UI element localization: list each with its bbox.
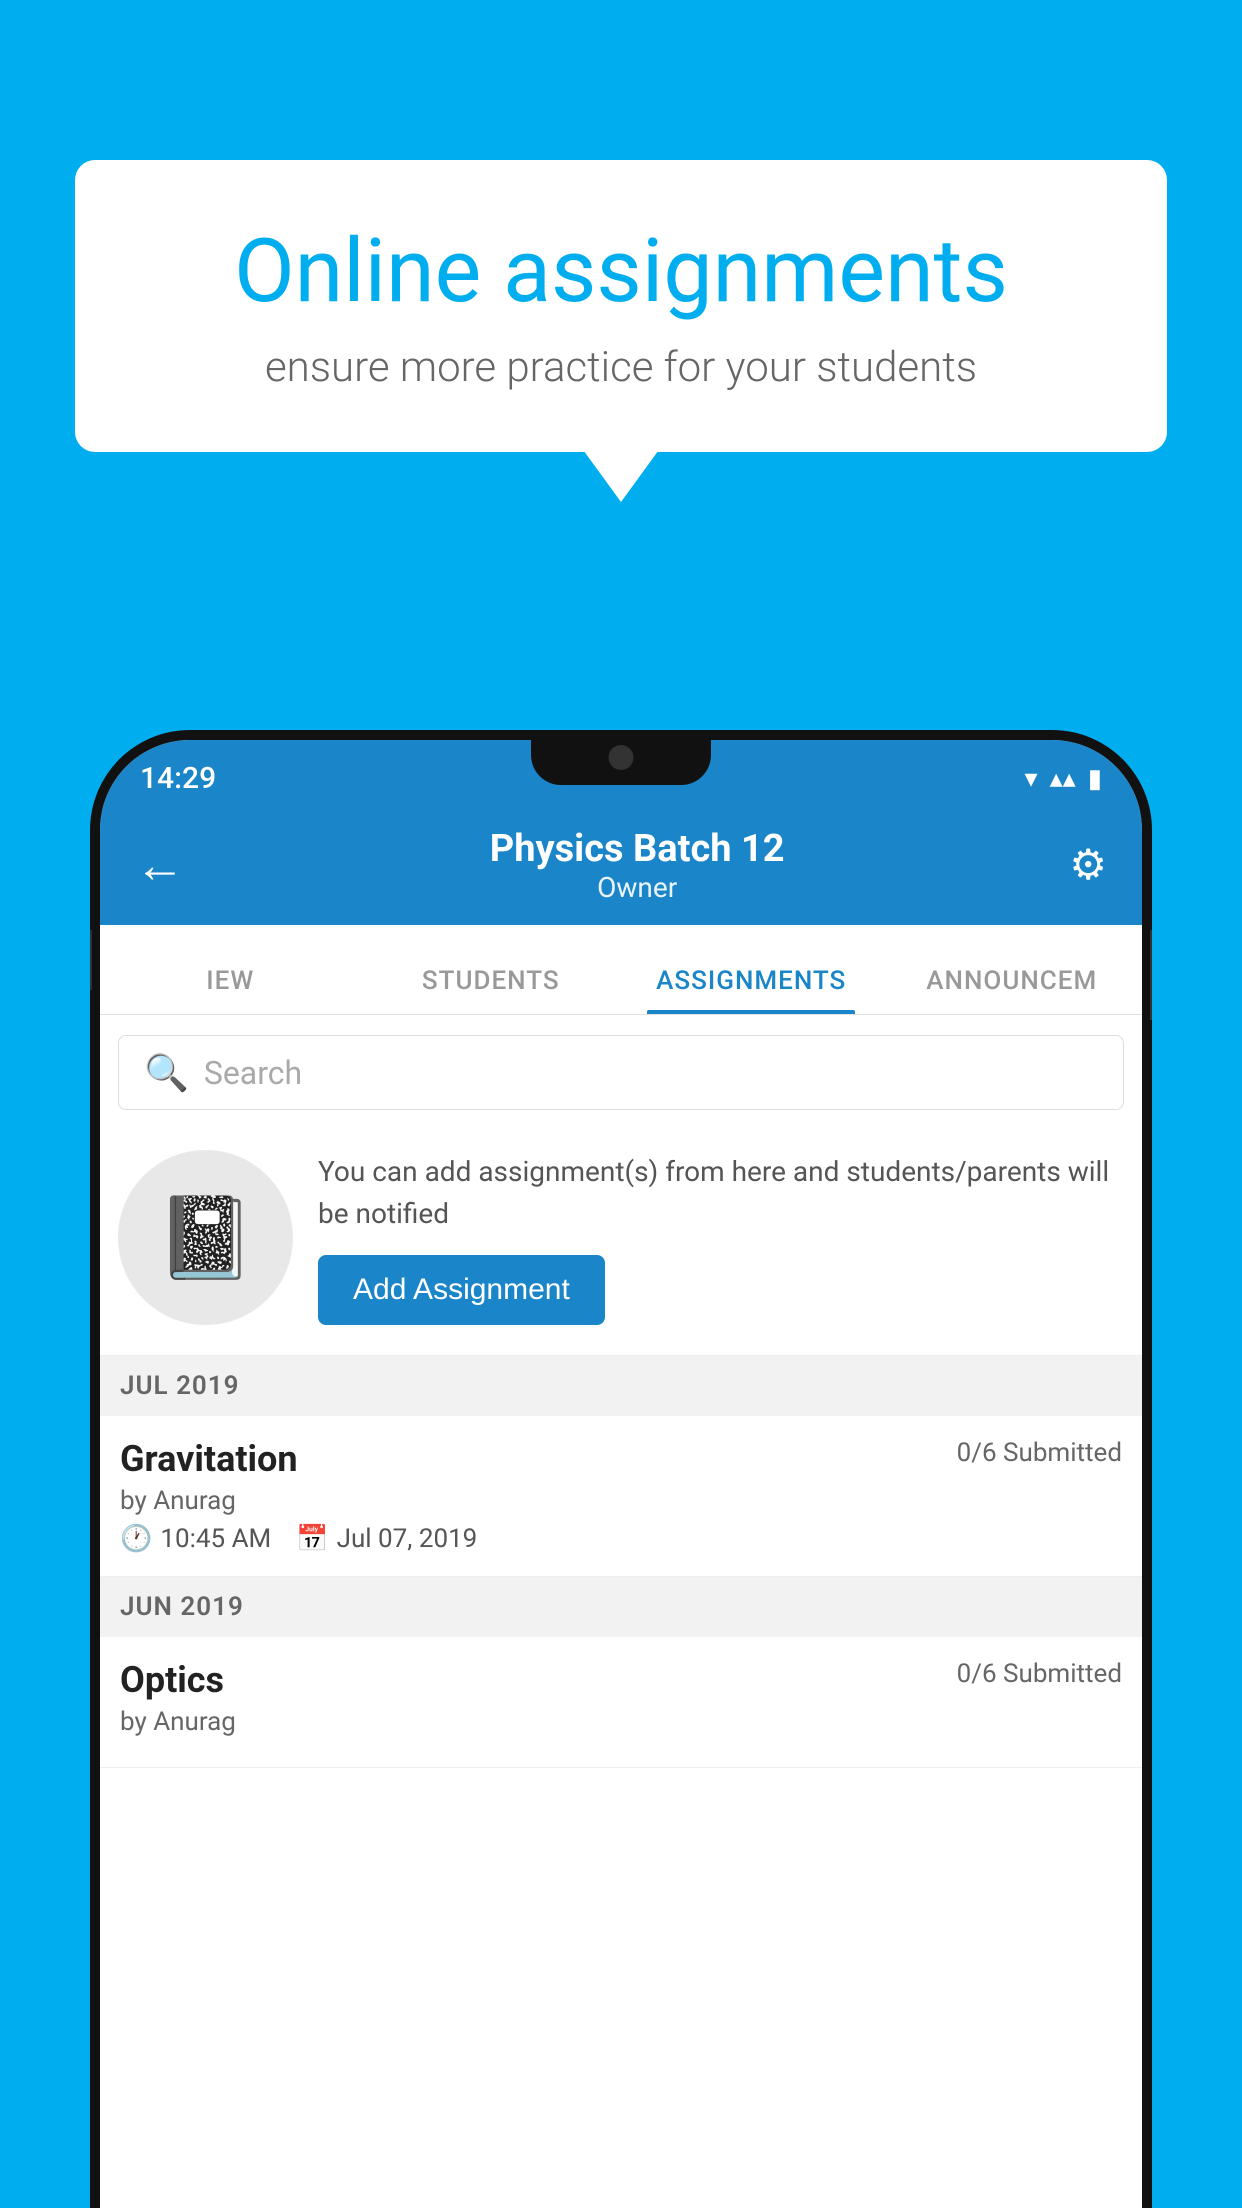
assignment-time: 10:45 AM xyxy=(160,1524,271,1554)
batch-subtitle: Owner xyxy=(205,871,1069,904)
assignment-name-optics: Optics xyxy=(120,1659,224,1701)
section-header-jul: JUL 2019 xyxy=(100,1356,1142,1416)
assignment-item-gravitation[interactable]: Gravitation 0/6 Submitted by Anurag 🕐 10… xyxy=(100,1416,1142,1577)
app-bar: ← Physics Batch 12 Owner ⚙ xyxy=(100,805,1142,925)
calendar-icon: 📅 xyxy=(296,1524,328,1554)
info-icon-wrap: 📓 xyxy=(118,1150,293,1325)
meta-time: 🕐 10:45 AM xyxy=(120,1524,271,1554)
tab-iew[interactable]: IEW xyxy=(100,966,361,1014)
phone-notch xyxy=(531,730,711,785)
assignment-submitted-optics: 0/6 Submitted xyxy=(957,1659,1122,1689)
phone-frame: 14:29 ▾ ▴▴ ▮ ← Physics Batch 12 Owner ⚙ … xyxy=(90,730,1152,2208)
wifi-icon: ▾ xyxy=(1025,764,1038,794)
promo-subtitle: ensure more practice for your students xyxy=(145,343,1097,392)
clock-icon: 🕐 xyxy=(120,1524,152,1554)
search-bar[interactable]: 🔍 Search xyxy=(118,1035,1124,1110)
assignment-name-gravitation: Gravitation xyxy=(120,1438,298,1480)
assignment-author-gravitation: by Anurag xyxy=(120,1486,1122,1516)
phone-screen: 14:29 ▾ ▴▴ ▮ ← Physics Batch 12 Owner ⚙ … xyxy=(100,740,1142,2208)
status-icons: ▾ ▴▴ ▮ xyxy=(1025,764,1102,794)
app-bar-title: Physics Batch 12 Owner xyxy=(205,827,1069,904)
assignment-row-top-optics: Optics 0/6 Submitted xyxy=(120,1659,1122,1701)
add-assignment-button[interactable]: Add Assignment xyxy=(318,1255,605,1325)
promo-title: Online assignments xyxy=(145,220,1097,323)
search-icon: 🔍 xyxy=(144,1052,189,1094)
assignment-row-top: Gravitation 0/6 Submitted xyxy=(120,1438,1122,1480)
info-description: You can add assignment(s) from here and … xyxy=(318,1151,1124,1235)
power-button xyxy=(1150,930,1152,1020)
volume-button-left xyxy=(90,930,92,990)
section-header-jun: JUN 2019 xyxy=(100,1577,1142,1637)
tab-announcements[interactable]: ANNOUNCEM xyxy=(882,966,1143,1014)
assignment-meta-gravitation: 🕐 10:45 AM 📅 Jul 07, 2019 xyxy=(120,1524,1122,1554)
content-area: 🔍 Search 📓 You can add assignment(s) fro… xyxy=(100,1015,1142,1768)
assignment-date: Jul 07, 2019 xyxy=(337,1524,478,1554)
assignment-submitted-gravitation: 0/6 Submitted xyxy=(957,1438,1122,1468)
assignment-item-optics[interactable]: Optics 0/6 Submitted by Anurag xyxy=(100,1637,1142,1768)
assignment-author-optics: by Anurag xyxy=(120,1707,1122,1737)
settings-button[interactable]: ⚙ xyxy=(1069,840,1107,890)
meta-date: 📅 Jul 07, 2019 xyxy=(296,1524,477,1554)
back-button[interactable]: ← xyxy=(135,836,185,895)
tab-assignments[interactable]: ASSIGNMENTS xyxy=(621,966,882,1014)
tab-students[interactable]: STUDENTS xyxy=(361,966,622,1014)
speech-bubble: Online assignments ensure more practice … xyxy=(75,160,1167,452)
notebook-icon: 📓 xyxy=(156,1191,256,1285)
search-placeholder: Search xyxy=(204,1054,302,1092)
status-time: 14:29 xyxy=(140,761,216,796)
info-card: 📓 You can add assignment(s) from here an… xyxy=(100,1130,1142,1356)
promo-card: Online assignments ensure more practice … xyxy=(75,160,1167,452)
info-text: You can add assignment(s) from here and … xyxy=(318,1151,1124,1325)
battery-icon: ▮ xyxy=(1088,764,1102,794)
batch-title: Physics Batch 12 xyxy=(205,827,1069,871)
signal-icon: ▴▴ xyxy=(1050,764,1076,794)
tabs-bar: IEW STUDENTS ASSIGNMENTS ANNOUNCEM xyxy=(100,925,1142,1015)
